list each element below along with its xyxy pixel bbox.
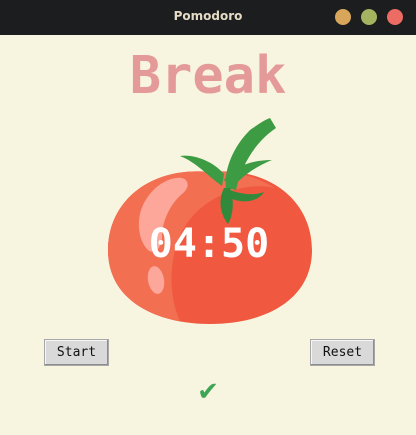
mode-heading: Break	[129, 46, 287, 106]
maximize-button[interactable]	[361, 9, 377, 25]
title-bar: Pomodoro	[0, 0, 416, 35]
window-title: Pomodoro	[173, 9, 243, 23]
close-button[interactable]	[387, 9, 403, 25]
countdown-timer: 04:50	[148, 221, 270, 267]
completed-checkmark: ✔	[197, 377, 219, 407]
reset-button[interactable]: Reset	[310, 339, 375, 366]
minimize-button[interactable]	[335, 9, 351, 25]
start-button[interactable]: Start	[44, 339, 109, 366]
